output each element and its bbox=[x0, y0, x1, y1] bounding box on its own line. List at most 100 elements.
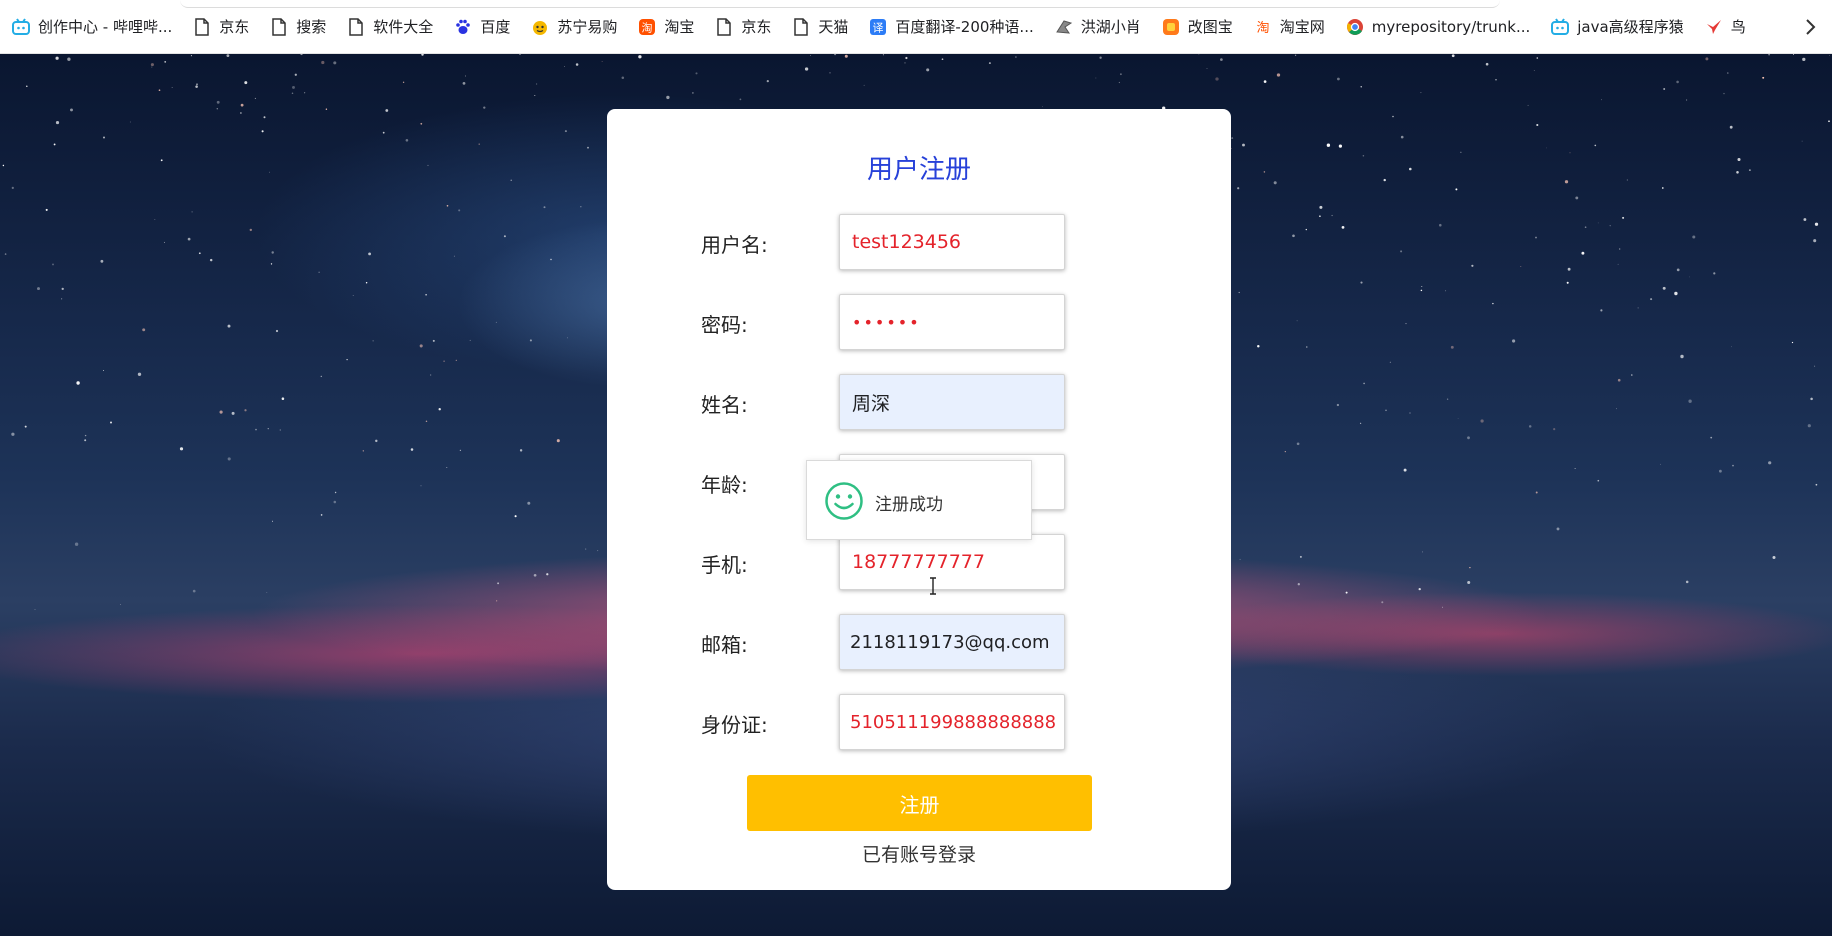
bookmark-baidu-translate[interactable]: 译 百度翻译-200种语... bbox=[869, 12, 1034, 42]
page-icon bbox=[193, 17, 211, 36]
star bbox=[534, 95, 536, 96]
bookmark-taobao-net[interactable]: 淘 淘宝网 bbox=[1254, 12, 1325, 42]
star bbox=[1813, 239, 1817, 243]
star bbox=[1442, 606, 1444, 608]
star bbox=[462, 82, 466, 85]
star bbox=[67, 57, 71, 61]
star bbox=[1409, 412, 1411, 414]
star bbox=[346, 358, 348, 361]
bookmark-java[interactable]: java高级程序猿 bbox=[1551, 12, 1684, 42]
bookmark-label: 京东 bbox=[219, 18, 250, 36]
star bbox=[1480, 419, 1484, 423]
star bbox=[1341, 226, 1345, 229]
bookmark-label: 百度 bbox=[480, 18, 511, 36]
bookmark-search[interactable]: 搜索 bbox=[270, 12, 326, 42]
star bbox=[1650, 298, 1653, 301]
star bbox=[405, 139, 409, 142]
star bbox=[597, 550, 599, 552]
star bbox=[575, 63, 579, 66]
star bbox=[1732, 464, 1734, 467]
star bbox=[1457, 417, 1459, 419]
star bbox=[304, 92, 306, 94]
success-toast: 注册成功 bbox=[806, 460, 1032, 540]
bookmark-baidu[interactable]: 百度 bbox=[454, 12, 510, 42]
star bbox=[1263, 171, 1266, 173]
star bbox=[497, 582, 500, 585]
star bbox=[45, 208, 48, 211]
star bbox=[1748, 169, 1751, 172]
email-input[interactable]: 2118119173@qq.com bbox=[839, 614, 1065, 670]
login-link[interactable]: 已有账号登录 bbox=[607, 840, 1231, 867]
bookmark-label: 淘宝网 bbox=[1279, 18, 1325, 36]
star bbox=[137, 372, 142, 376]
bookmark-taobao[interactable]: 淘 淘宝 bbox=[638, 12, 694, 42]
bookmark-honghu[interactable]: 洪湖小肖 bbox=[1055, 12, 1141, 42]
page-icon bbox=[715, 17, 733, 36]
star bbox=[1631, 374, 1633, 376]
star bbox=[1385, 409, 1387, 412]
star bbox=[300, 54, 303, 56]
star bbox=[1450, 345, 1454, 349]
bookmarks-bar: 创作中心 - 哔哩哔... 京东 搜索 软件大全 百度 苏宁易购 淘 淘宝 京东… bbox=[0, 0, 1832, 54]
star bbox=[1801, 140, 1803, 142]
star bbox=[1661, 187, 1664, 189]
star bbox=[455, 359, 457, 361]
star bbox=[529, 339, 532, 342]
star bbox=[1535, 491, 1538, 494]
register-button[interactable]: 注册 bbox=[747, 775, 1092, 831]
password-row: 密码: •••••• bbox=[607, 294, 1231, 350]
bookmark-gaitubao[interactable]: 改图宝 bbox=[1162, 12, 1233, 42]
bookmark-bilibili[interactable]: 创作中心 - 哔哩哔... bbox=[12, 12, 172, 42]
star bbox=[564, 66, 565, 67]
star bbox=[519, 449, 523, 452]
page-icon bbox=[270, 17, 288, 36]
star bbox=[421, 54, 424, 56]
star bbox=[24, 425, 27, 428]
star bbox=[1451, 54, 1455, 58]
name-label: 姓名: bbox=[701, 393, 748, 417]
star bbox=[1692, 235, 1696, 239]
name-input[interactable]: 周深 bbox=[839, 374, 1065, 430]
star bbox=[1455, 188, 1458, 191]
chevron-right-icon[interactable] bbox=[1800, 17, 1820, 37]
star bbox=[231, 411, 235, 415]
star bbox=[1403, 468, 1407, 472]
star bbox=[863, 84, 865, 86]
star bbox=[320, 514, 323, 516]
star bbox=[1118, 81, 1121, 84]
star bbox=[365, 282, 368, 284]
star bbox=[425, 293, 427, 296]
id-card-input[interactable]: 510511199888888888 bbox=[839, 694, 1065, 750]
username-input[interactable]: test123456 bbox=[839, 214, 1065, 270]
star bbox=[150, 63, 154, 67]
star bbox=[1663, 88, 1666, 90]
star bbox=[844, 54, 848, 58]
star bbox=[443, 360, 445, 363]
bookmark-myrepository[interactable]: myrepository/trunk... bbox=[1346, 12, 1530, 42]
star bbox=[249, 228, 253, 232]
email-row: 邮箱: 2118119173@qq.com bbox=[607, 614, 1231, 670]
bookmark-label: 搜索 bbox=[296, 18, 327, 36]
bookmark-suning[interactable]: 苏宁易购 bbox=[531, 12, 617, 42]
star bbox=[1467, 436, 1470, 440]
bookmark-software[interactable]: 软件大全 bbox=[347, 12, 433, 42]
bookmark-niao[interactable]: 鸟 bbox=[1705, 12, 1746, 42]
password-input[interactable]: •••••• bbox=[839, 294, 1065, 350]
star bbox=[1575, 196, 1579, 200]
star bbox=[269, 171, 270, 173]
bookmark-label: 苏宁易购 bbox=[557, 18, 618, 36]
bookmark-tmall[interactable]: 天猫 bbox=[792, 12, 848, 42]
star bbox=[1263, 80, 1267, 83]
star bbox=[1119, 73, 1122, 76]
star bbox=[1815, 483, 1818, 486]
star bbox=[510, 179, 512, 181]
bookmark-jd-2[interactable]: 京东 bbox=[715, 12, 771, 42]
star bbox=[191, 211, 193, 213]
bookmark-jd[interactable]: 京东 bbox=[193, 12, 249, 42]
id-card-row: 身份证: 510511199888888888 bbox=[607, 694, 1231, 750]
star bbox=[271, 251, 274, 254]
star bbox=[1676, 268, 1680, 272]
star bbox=[1594, 144, 1597, 147]
phone-input[interactable]: 18777777777 bbox=[839, 534, 1065, 590]
star bbox=[580, 206, 582, 208]
